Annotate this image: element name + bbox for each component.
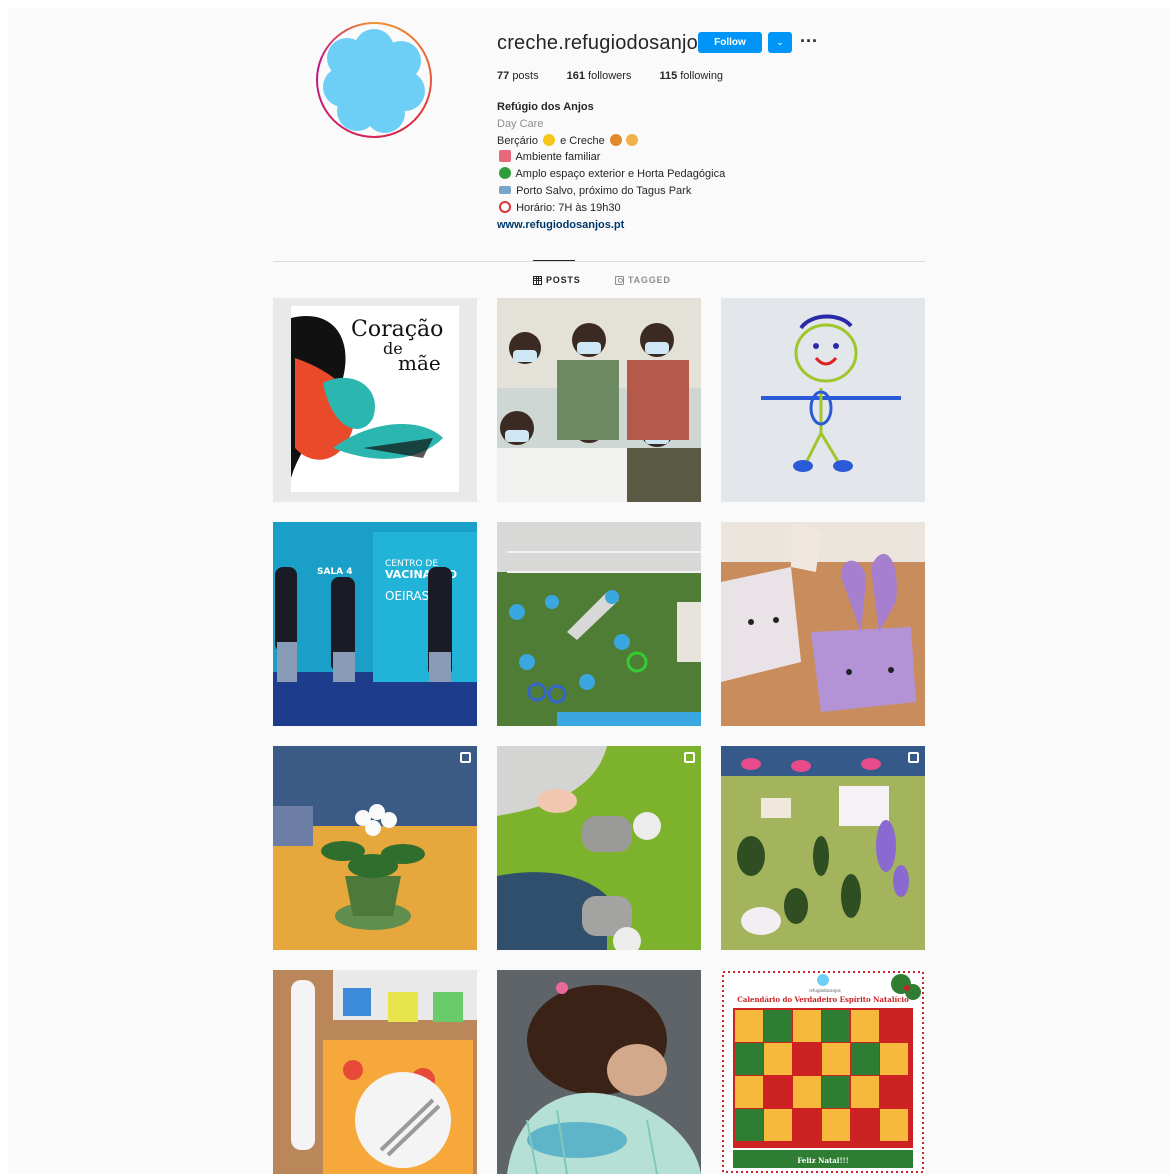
post-image-paper-bunnies — [721, 522, 925, 726]
post-image-leaves-flowers — [721, 746, 925, 950]
bio-line-1: Berçário e Creche — [497, 133, 725, 150]
map-emoji-icon — [499, 185, 511, 194]
vaccination-sign-line-3: OEIRAS — [385, 589, 429, 603]
post-image-christmas-calendar: refugiodosanjos Calendário do Verdadeiro… — [721, 970, 925, 1174]
calendar-brand: refugiodosanjos — [809, 988, 841, 993]
post-tile[interactable]: refugiodosanjos Calendário do Verdadeiro… — [721, 970, 925, 1174]
post-tile[interactable] — [497, 298, 701, 502]
profile-full-name: Refúgio dos Anjos — [497, 101, 594, 113]
post-image-group — [497, 298, 701, 502]
vaccination-side-sign: SALA 4 — [317, 567, 353, 577]
profile-stats: 77 posts 161 followers 115 following — [497, 70, 723, 82]
post-tile[interactable] — [497, 970, 701, 1174]
post-image-playground — [497, 522, 701, 726]
post-tile[interactable] — [721, 522, 925, 726]
child-emoji-icon — [609, 133, 622, 146]
carousel-icon — [460, 752, 471, 763]
followers-stat[interactable]: 161 followers — [567, 70, 632, 82]
post-image-baby-socks — [497, 746, 701, 950]
carousel-icon — [908, 752, 919, 763]
post-image-child — [497, 970, 701, 1174]
calendar-title: Calendário do Verdadeiro Espírito Natalí… — [737, 995, 909, 1004]
post-tile[interactable] — [497, 746, 701, 950]
tab-tagged[interactable]: TAGGED — [615, 275, 671, 285]
post-tile[interactable]: CENTRO DE VACINAÇÃO OEIRAS SALA 4 — [273, 522, 477, 726]
profile-category: Day Care — [497, 117, 544, 130]
suggestions-button[interactable]: ⌄ — [768, 32, 792, 53]
book-title-line-3: mãe — [398, 351, 441, 375]
bio-line-3: Amplo espaço exterior e Horta Pedagógica — [497, 166, 725, 183]
calendar-footer: Feliz Natal!!! — [797, 1156, 848, 1165]
following-stat[interactable]: 115 following — [659, 70, 723, 82]
profile-bio: Refúgio dos Anjos Day Care Berçário e Cr… — [497, 99, 725, 233]
post-image-drawing — [721, 298, 925, 502]
post-tile[interactable] — [273, 970, 477, 1174]
active-tab-indicator — [533, 260, 575, 261]
tabs-divider — [273, 261, 925, 262]
post-image-flower-pot — [273, 746, 477, 950]
post-tile[interactable]: Coração de mãe — [273, 298, 477, 502]
post-image-table-setting — [273, 970, 477, 1174]
post-tile[interactable] — [721, 746, 925, 950]
bio-line-5: Horário: 7H às 19h30 — [497, 200, 725, 217]
baby-emoji-icon — [543, 133, 556, 146]
carousel-icon — [684, 752, 695, 763]
follow-button[interactable]: Follow — [698, 32, 762, 53]
child-face-emoji-icon — [625, 133, 638, 146]
avatar-cloud-icon — [323, 29, 425, 133]
post-tile[interactable] — [273, 746, 477, 950]
profile-username: creche.refugiodosanjos — [497, 32, 709, 54]
grid-icon — [533, 275, 542, 285]
bio-line-4: Porto Salvo, próximo do Tagus Park — [497, 183, 725, 200]
more-options-icon[interactable]: ··· — [800, 32, 818, 50]
post-tile[interactable] — [497, 522, 701, 726]
post-image-vaccination-center: CENTRO DE VACINAÇÃO OEIRAS SALA 4 — [273, 522, 477, 726]
post-tile[interactable] — [721, 298, 925, 502]
profile-website-link[interactable]: www.refugiodosanjos.pt — [497, 217, 725, 234]
profile-avatar[interactable] — [316, 22, 432, 138]
post-image-book: Coração de mãe — [273, 298, 477, 502]
chevron-down-icon: ⌄ — [776, 37, 784, 47]
tree-emoji-icon — [499, 167, 511, 180]
bio-line-2: Ambiente familiar — [497, 149, 725, 166]
posts-stat: 77 posts — [497, 70, 539, 82]
family-emoji-icon — [499, 150, 511, 163]
tab-posts[interactable]: POSTS — [533, 275, 581, 285]
tagged-user-icon — [615, 275, 624, 285]
alarm-clock-emoji-icon — [499, 200, 511, 213]
